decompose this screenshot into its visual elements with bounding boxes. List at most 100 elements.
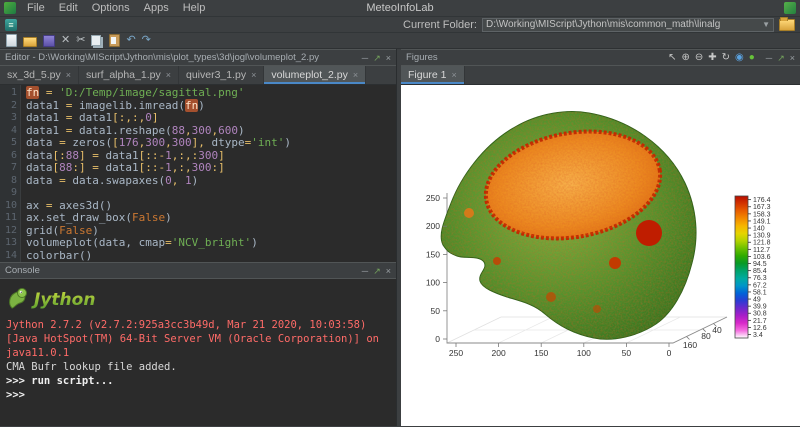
float-panel-icon[interactable]: ↗	[777, 53, 785, 63]
editor-tab-surf_alpha_1.py[interactable]: surf_alpha_1.py	[79, 66, 179, 84]
colorbar-tick-label: 149.1	[753, 218, 771, 225]
colorbar	[735, 196, 748, 338]
figure-tab[interactable]: Figure 1	[401, 66, 465, 84]
probe-icon[interactable]: ●	[749, 52, 755, 63]
code-token: 0	[165, 174, 172, 187]
menu-edit[interactable]: Edit	[52, 2, 85, 14]
close-panel-icon[interactable]: ×	[386, 266, 391, 276]
code-token: data.swapaxes(	[72, 174, 165, 187]
browse-folder-icon[interactable]	[779, 19, 795, 31]
code-token: ax	[26, 199, 39, 212]
app-badge-icon[interactable]	[784, 2, 796, 14]
code-token: )	[238, 124, 245, 137]
code-token: =	[39, 86, 59, 99]
float-panel-icon[interactable]: ↗	[373, 266, 381, 276]
close-tab-icon[interactable]	[251, 70, 256, 80]
globe-icon[interactable]: ◉	[735, 52, 744, 63]
menu-file[interactable]: File	[20, 2, 52, 14]
current-folder-label: Current Folder:	[403, 19, 477, 31]
open-file-icon[interactable]	[23, 37, 37, 47]
x-tick-label: 50	[622, 348, 632, 358]
code-token: 300	[198, 149, 218, 162]
folder-bar: ≡ Current Folder: D:\Working\MIScript\Jy…	[0, 17, 800, 33]
chevron-down-icon[interactable]: ▼	[762, 20, 770, 29]
figures-panel-title: Figures	[406, 52, 438, 63]
jython-snake-head	[18, 289, 27, 298]
code-token: 0	[145, 111, 152, 124]
colorbar-tick-label: 21.7	[753, 318, 767, 325]
console-line: >>>	[6, 388, 390, 402]
close-panel-icon[interactable]: ×	[790, 53, 795, 63]
code-token: 88	[59, 161, 72, 174]
editor-tab-quiver3_1.py[interactable]: quiver3_1.py	[179, 66, 264, 84]
left-pane: Editor - D:\Working\MIScript\Jython\mis\…	[0, 49, 397, 426]
jython-logo-text: Jython	[31, 290, 95, 310]
code-token: )	[192, 174, 199, 187]
zoom-in-icon[interactable]: ⊕	[681, 52, 689, 63]
menu-apps[interactable]: Apps	[137, 2, 176, 14]
console-panel: Console ─↗×	[0, 262, 396, 426]
tab-label: sx_3d_5.py	[7, 69, 61, 81]
code-token: 300	[145, 136, 165, 149]
code-token: ,:,	[172, 161, 192, 174]
rotate-icon[interactable]: ↻	[722, 52, 730, 63]
cut-icon[interactable]: ✂	[76, 34, 85, 47]
close-tab-icon[interactable]	[452, 70, 457, 80]
figure-canvas[interactable]: 2502001501005002502001501005001608040176…	[401, 85, 800, 426]
close-tab-icon[interactable]	[166, 70, 171, 80]
code-token: 176	[119, 136, 139, 149]
code-token: =	[53, 136, 73, 149]
menu-options[interactable]: Options	[85, 2, 137, 14]
script-icon[interactable]: ≡	[5, 19, 17, 31]
z-tick-label: 100	[426, 278, 440, 288]
console-line: [Java HotSpot(TM) 64-Bit Server VM (Orac…	[6, 332, 390, 360]
new-file-icon[interactable]	[6, 34, 17, 47]
close-file-icon[interactable]: ✕	[61, 34, 70, 47]
code-lines[interactable]: fn = 'D:/Temp/image/sagittal.png'data1 =…	[21, 85, 396, 262]
copy-icon[interactable]	[91, 35, 101, 46]
redo-icon[interactable]: ↷	[142, 34, 151, 47]
colorbar-tick-label: 39.9	[753, 304, 767, 311]
x-tick-label: 100	[577, 348, 591, 358]
code-token: )	[198, 99, 205, 112]
code-token: data1	[26, 111, 59, 124]
figures-window-controls: ─ ↗ ×	[766, 53, 795, 63]
code-token: [:	[53, 149, 66, 162]
code-editor[interactable]: 1234567891011121314 fn = 'D:/Temp/image/…	[0, 85, 396, 262]
undo-icon[interactable]: ↶	[126, 34, 135, 47]
colorbar-tick-label: 112.7	[753, 247, 770, 254]
pan-icon[interactable]: ✚	[708, 52, 716, 63]
minimize-panel-icon[interactable]: ─	[362, 53, 368, 63]
close-tab-icon[interactable]	[353, 70, 358, 80]
figures-panel-header: Figures ↖ ⊕ ⊖ ✚ ↻ ◉ ● ─ ↗ ×	[401, 49, 800, 66]
code-token: 88	[172, 124, 185, 137]
code-token: fn	[185, 99, 198, 112]
float-panel-icon[interactable]: ↗	[373, 53, 381, 63]
code-token: data1.reshape(	[79, 124, 172, 137]
select-arrow-icon[interactable]: ↖	[668, 52, 676, 63]
colorbar-tick-label: 12.6	[753, 325, 767, 332]
minimize-panel-icon[interactable]: ─	[362, 266, 368, 276]
save-file-icon[interactable]	[43, 35, 55, 47]
z-tick-label: 150	[426, 249, 440, 259]
menu-help[interactable]: Help	[176, 2, 213, 14]
code-token: 88	[66, 149, 79, 162]
close-tab-icon[interactable]	[66, 70, 71, 80]
z-tick-label: 250	[426, 193, 440, 203]
minimize-panel-icon[interactable]: ─	[766, 53, 772, 63]
editor-panel: Editor - D:\Working\MIScript\Jython\mis\…	[0, 49, 396, 262]
editor-panel-title: Editor - D:\Working\MIScript\Jython\mis\…	[5, 52, 319, 63]
editor-tab-sx_3d_5.py[interactable]: sx_3d_5.py	[0, 66, 79, 84]
code-token: volumeplot(data, cmap	[26, 236, 165, 249]
x-tick-label: 0	[667, 348, 672, 358]
current-folder-combobox[interactable]: D:\Working\MIScript\Jython\mis\common_ma…	[482, 18, 774, 32]
zoom-out-icon[interactable]: ⊖	[695, 52, 703, 63]
code-token: 1	[185, 174, 192, 187]
code-token: dtype	[212, 136, 245, 149]
close-panel-icon[interactable]: ×	[386, 53, 391, 63]
colorbar-tick-label: 103.6	[753, 254, 771, 261]
editor-tab-volumeplot_2.py[interactable]: volumeplot_2.py	[264, 66, 366, 84]
console-output[interactable]: Jython Jython 2.7.2 (v2.7.2:925a3cc3b49d…	[0, 279, 396, 426]
paste-icon[interactable]	[109, 34, 120, 47]
code-token: [::-	[139, 161, 166, 174]
